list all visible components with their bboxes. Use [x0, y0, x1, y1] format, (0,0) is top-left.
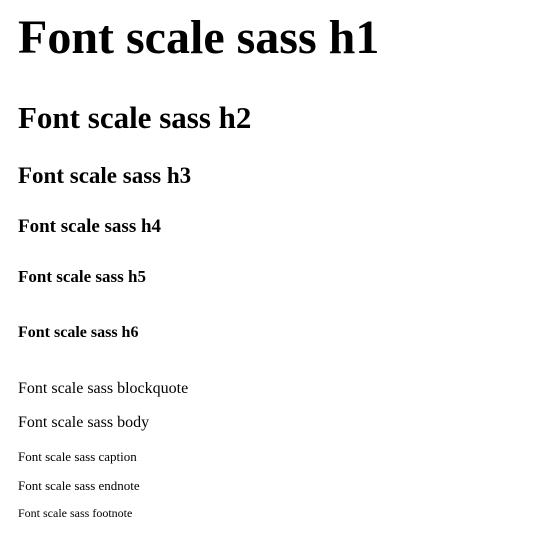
- endnote-sample: Font scale sass endnote: [18, 478, 140, 493]
- caption-sample: Font scale sass caption: [18, 449, 137, 464]
- heading-h5: Font scale sass h5: [18, 267, 146, 286]
- heading-h6: Font scale sass h6: [18, 324, 139, 341]
- heading-h2: Font scale sass h2: [18, 100, 252, 135]
- blockquote-sample: Font scale sass blockquote: [18, 380, 189, 397]
- body-sample: Font scale sass body: [18, 414, 150, 431]
- footnote-sample: Font scale sass footnote: [18, 506, 133, 520]
- heading-h1: Font scale sass h1: [18, 11, 380, 64]
- heading-h4: Font scale sass h4: [18, 216, 162, 237]
- heading-h3: Font scale sass h3: [18, 163, 192, 188]
